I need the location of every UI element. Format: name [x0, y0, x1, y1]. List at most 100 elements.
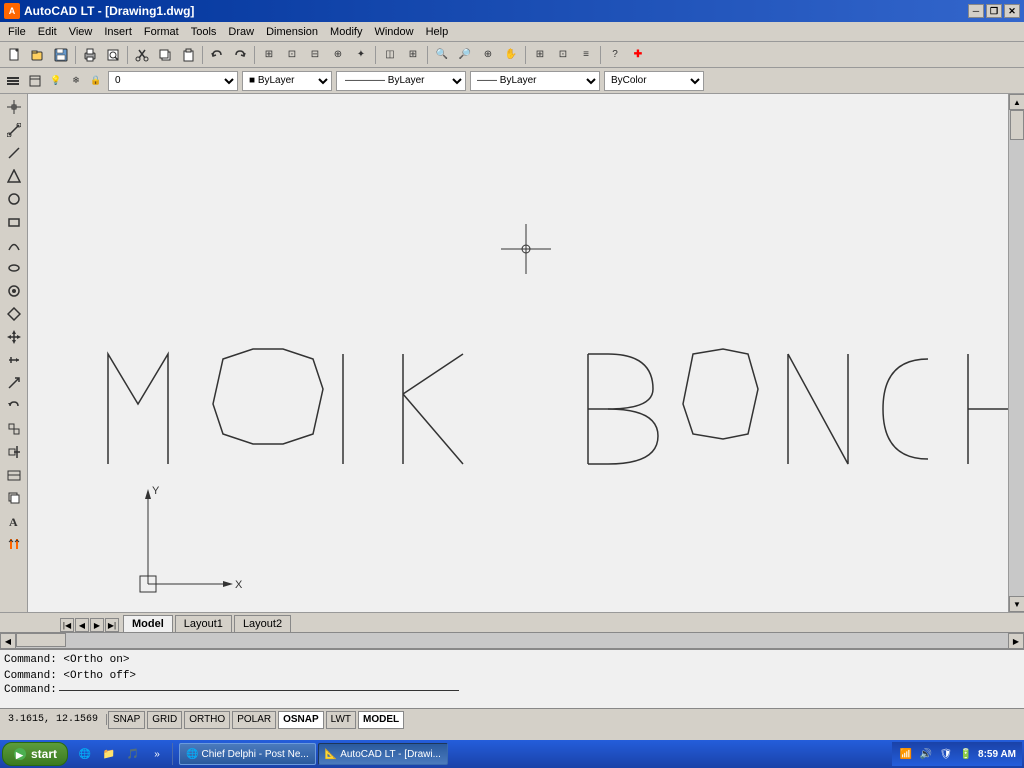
tb-cad-7[interactable]: ⊞	[402, 44, 424, 66]
scroll-left-button[interactable]: ◀	[0, 633, 16, 649]
tb-zoom-ext[interactable]: ⊕	[477, 44, 499, 66]
drawing-canvas[interactable]: Y X	[28, 94, 1008, 612]
tool-external-ref[interactable]	[3, 487, 25, 509]
tab-first-button[interactable]: |◀	[60, 618, 74, 632]
tb-pan[interactable]: ✋	[500, 44, 522, 66]
command-input-row[interactable]: Command:	[4, 684, 1020, 696]
tb-cut[interactable]	[131, 44, 153, 66]
tb-open[interactable]	[27, 44, 49, 66]
tb-cad-2[interactable]: ⊡	[281, 44, 303, 66]
menu-edit[interactable]: Edit	[32, 24, 63, 40]
tb-new[interactable]	[4, 44, 26, 66]
tab-model[interactable]: Model	[123, 615, 173, 632]
linetype-dropdown[interactable]: ———— ByLayer	[336, 71, 466, 91]
tab-layout2[interactable]: Layout2	[234, 615, 291, 632]
menu-help[interactable]: Help	[420, 24, 455, 40]
tb-redo[interactable]	[229, 44, 251, 66]
tool-circle[interactable]	[3, 188, 25, 210]
menu-dimension[interactable]: Dimension	[260, 24, 324, 40]
osnap-toggle[interactable]: OSNAP	[278, 711, 324, 729]
lwt-toggle[interactable]: LWT	[326, 711, 356, 729]
tb-cad-6[interactable]: ◫	[379, 44, 401, 66]
scroll-down-button[interactable]: ▼	[1009, 596, 1024, 612]
tb-layer-manager[interactable]	[26, 70, 44, 92]
menu-format[interactable]: Format	[138, 24, 185, 40]
hscroll-thumb[interactable]	[16, 633, 66, 647]
tool-text[interactable]: A	[3, 510, 25, 532]
tab-layout1[interactable]: Layout1	[175, 615, 232, 632]
color-dropdown[interactable]: ■ ByLayer	[242, 71, 332, 91]
tb-layer-lock[interactable]: 🔒	[88, 70, 104, 92]
tab-next-button[interactable]: ▶	[90, 618, 104, 632]
hscroll-track[interactable]	[16, 633, 1008, 648]
tb-cad-10[interactable]: ≡	[575, 44, 597, 66]
menu-window[interactable]: Window	[368, 24, 419, 40]
snap-toggle[interactable]: SNAP	[108, 711, 145, 729]
tb-help[interactable]: ?	[604, 44, 626, 66]
tb-cad-1[interactable]: ⊞	[258, 44, 280, 66]
polar-toggle[interactable]: POLAR	[232, 711, 276, 729]
tb-cad-5[interactable]: ✦	[350, 44, 372, 66]
tool-rotate[interactable]	[3, 395, 25, 417]
tool-ray[interactable]	[3, 165, 25, 187]
tool-rectangle[interactable]	[3, 211, 25, 233]
tb-cad-8[interactable]: ⊞	[529, 44, 551, 66]
tb-zoom-prev[interactable]: 🔎	[454, 44, 476, 66]
tb-paste[interactable]	[177, 44, 199, 66]
ql-extra[interactable]: »	[146, 743, 168, 765]
ql-media[interactable]: 🎵	[122, 743, 144, 765]
tool-hatch[interactable]	[3, 303, 25, 325]
ql-folder[interactable]: 📁	[98, 743, 120, 765]
tool-stretch[interactable]	[3, 349, 25, 371]
tb-save[interactable]	[50, 44, 72, 66]
scroll-up-button[interactable]: ▲	[1009, 94, 1024, 110]
scroll-right-button[interactable]: ▶	[1008, 633, 1024, 649]
tb-cad-4[interactable]: ⊕	[327, 44, 349, 66]
tool-ellipse[interactable]	[3, 257, 25, 279]
minimize-button[interactable]: ─	[968, 4, 984, 18]
tb-layer-freeze[interactable]: ❄	[68, 70, 84, 92]
tool-arc[interactable]	[3, 234, 25, 256]
tool-properties[interactable]	[3, 533, 25, 555]
start-button[interactable]: ▶ start	[2, 742, 68, 766]
tab-last-button[interactable]: ▶|	[105, 618, 119, 632]
tb-undo[interactable]	[206, 44, 228, 66]
tb-preview[interactable]	[102, 44, 124, 66]
taskbar-item-autocad[interactable]: 📐 AutoCAD LT - [Drawi...	[318, 743, 448, 765]
plotstyle-dropdown[interactable]: ByColor	[604, 71, 704, 91]
tool-block[interactable]	[3, 418, 25, 440]
tool-pickbox[interactable]	[3, 96, 25, 118]
tb-cad-3[interactable]: ⊟	[304, 44, 326, 66]
model-toggle[interactable]: MODEL	[358, 711, 404, 729]
close-button[interactable]: ✕	[1004, 4, 1020, 18]
restore-button[interactable]: ❒	[986, 4, 1002, 18]
tb-add[interactable]: ✚	[627, 44, 649, 66]
menu-insert[interactable]: Insert	[98, 24, 138, 40]
tool-scale[interactable]	[3, 372, 25, 394]
tb-layer-on[interactable]: 💡	[48, 70, 64, 92]
tb-print[interactable]	[79, 44, 101, 66]
tool-move[interactable]	[3, 326, 25, 348]
menu-tools[interactable]: Tools	[185, 24, 223, 40]
tool-snap[interactable]	[3, 119, 25, 141]
tool-line[interactable]	[3, 142, 25, 164]
menu-view[interactable]: View	[63, 24, 99, 40]
tool-insert-block[interactable]	[3, 441, 25, 463]
lineweight-dropdown[interactable]: —— ByLayer	[470, 71, 600, 91]
scroll-thumb[interactable]	[1010, 110, 1024, 140]
ortho-toggle[interactable]: ORTHO	[184, 711, 230, 729]
taskbar-item-browser[interactable]: 🌐 Chief Delphi - Post Ne...	[179, 743, 316, 765]
scroll-track[interactable]	[1009, 110, 1024, 596]
ql-browser[interactable]: 🌐	[74, 743, 96, 765]
tb-layer-state[interactable]	[4, 70, 22, 92]
tb-cad-9[interactable]: ⊡	[552, 44, 574, 66]
tool-polyline[interactable]	[3, 280, 25, 302]
tab-prev-button[interactable]: ◀	[75, 618, 89, 632]
tb-copy[interactable]	[154, 44, 176, 66]
grid-toggle[interactable]: GRID	[147, 711, 182, 729]
tb-zoom-window[interactable]: 🔍	[431, 44, 453, 66]
command-input[interactable]	[59, 690, 459, 691]
tool-attribute[interactable]	[3, 464, 25, 486]
menu-draw[interactable]: Draw	[222, 24, 260, 40]
layer-dropdown[interactable]: 0	[108, 71, 238, 91]
